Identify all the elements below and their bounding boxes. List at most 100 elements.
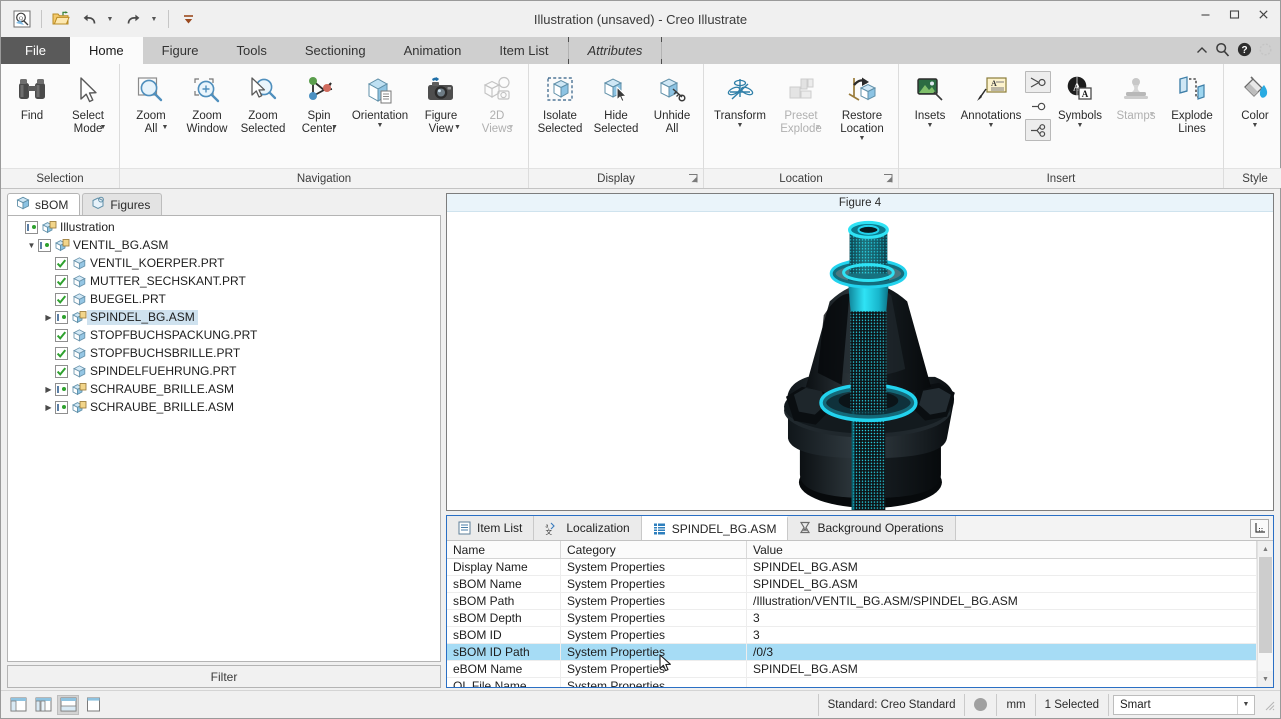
location-dialog-launcher-icon[interactable] <box>882 173 893 184</box>
orientation-button[interactable]: Orientation ▼ <box>347 68 413 130</box>
scroll-up-icon[interactable]: ▲ <box>1258 541 1273 557</box>
options-icon[interactable] <box>1259 43 1272 58</box>
sbom-tree[interactable]: ▶ Illustration ▼ <box>7 215 441 662</box>
visibility-checkbox[interactable] <box>55 346 68 360</box>
tree-row[interactable]: STOPFBUCHSPACKUNG.PRT <box>8 326 440 344</box>
figure-viewport[interactable]: Figure 4 <box>446 193 1274 511</box>
assembly-state-icon[interactable] <box>25 220 38 234</box>
layout-three-icon[interactable] <box>32 695 54 715</box>
tree-row[interactable]: ▼ VENTIL_BG.ASM <box>8 236 440 254</box>
tab-localization[interactable]: a 文 Localization <box>534 516 642 540</box>
column-header-category[interactable]: Category <box>561 541 747 558</box>
search-icon[interactable] <box>1215 42 1230 59</box>
assembly-state-icon[interactable] <box>55 400 68 414</box>
layout-bottom-icon[interactable] <box>57 694 79 715</box>
tree-expander-icon[interactable]: ▶ <box>42 385 55 394</box>
filter-bar[interactable]: Filter <box>7 665 441 688</box>
tree-row[interactable]: BUEGEL.PRT <box>8 290 440 308</box>
column-header-name[interactable]: Name <box>447 541 561 558</box>
zoom-all-button[interactable]: Zoom All ▼ <box>123 68 179 135</box>
zoom-window-button[interactable]: Zoom Window <box>179 68 235 137</box>
insets-dropdown-icon[interactable]: ▼ <box>927 122 934 129</box>
resize-grip[interactable] <box>1262 698 1276 712</box>
callout-branch-icon[interactable] <box>1025 119 1051 141</box>
display-dialog-launcher-icon[interactable] <box>687 173 698 184</box>
tab-figures[interactable]: Figures <box>82 193 163 215</box>
callout-circle-icon[interactable] <box>1025 95 1051 117</box>
tree-expander-icon[interactable]: ▶ <box>42 313 55 322</box>
zoom-all-dropdown-icon[interactable]: ▼ <box>162 124 169 131</box>
tree-row[interactable]: VENTIL_KOERPER.PRT <box>8 254 440 272</box>
chevron-down-icon[interactable]: ▼ <box>1237 695 1254 714</box>
visibility-checkbox[interactable] <box>55 256 68 270</box>
visibility-checkbox[interactable] <box>55 328 68 342</box>
transform-button[interactable]: Transform ▼ <box>707 68 773 130</box>
tab-item-list-dock[interactable]: Item List <box>447 516 535 540</box>
table-row[interactable]: eBOM Name System Properties SPINDEL_BG.A… <box>447 661 1257 678</box>
select-mode-dropdown-icon[interactable]: ▼ <box>100 124 107 131</box>
callout-line-icon[interactable] <box>1025 71 1051 93</box>
tab-home[interactable]: Home <box>69 37 143 64</box>
spin-center-dropdown-icon[interactable]: ▼ <box>331 124 338 131</box>
tree-row[interactable]: ▶ SCHRAUBE_BRILLE.ASM <box>8 380 440 398</box>
symbols-button[interactable]: A A Symbols ▼ <box>1052 68 1108 130</box>
tree-row[interactable]: ▶ Illustration <box>8 218 440 236</box>
3d-canvas[interactable] <box>447 212 1273 510</box>
collapse-ribbon-icon[interactable] <box>1196 44 1208 57</box>
tab-sectioning[interactable]: Sectioning <box>285 37 385 64</box>
minimize-button[interactable] <box>1191 1 1220 27</box>
explode-lines-button[interactable]: Explode Lines <box>1164 68 1220 137</box>
tab-background-operations[interactable]: Background Operations <box>788 516 956 540</box>
isolate-selected-button[interactable]: Isolate Selected <box>532 68 588 137</box>
figure-view-button[interactable]: Figure View ▼ <box>413 68 469 135</box>
table-row-selected[interactable]: sBOM ID Path System Properties /0/3 <box>447 644 1257 661</box>
redo-dropdown-icon[interactable]: ▼ <box>148 7 162 31</box>
annotations-button[interactable]: A Annotations ▼ <box>958 68 1024 130</box>
undo-dropdown-icon[interactable]: ▼ <box>104 7 118 31</box>
customize-qat-icon[interactable] <box>175 7 201 31</box>
hide-selected-button[interactable]: Hide Selected <box>588 68 644 137</box>
annotations-dropdown-icon[interactable]: ▼ <box>988 122 995 129</box>
tab-figure[interactable]: Figure <box>142 37 218 64</box>
layout-full-icon[interactable] <box>82 695 104 715</box>
color-button[interactable]: Color ▼ <box>1227 68 1281 130</box>
orientation-dropdown-icon[interactable]: ▼ <box>377 122 384 129</box>
select-mode-button[interactable]: Select Mode ▼ <box>60 68 116 135</box>
visibility-checkbox[interactable] <box>55 274 68 288</box>
column-header-value[interactable]: Value <box>747 541 1257 558</box>
layout-left-icon[interactable] <box>7 695 29 715</box>
expand-panel-icon[interactable] <box>1250 518 1269 538</box>
table-row[interactable]: sBOM Name System Properties SPINDEL_BG.A… <box>447 576 1257 593</box>
table-vertical-scrollbar[interactable]: ▲ ▼ <box>1257 541 1273 687</box>
status-indicator[interactable] <box>964 693 996 716</box>
redo-icon[interactable] <box>120 7 146 31</box>
undo-icon[interactable] <box>76 7 102 31</box>
restore-location-button[interactable]: Restore Location ▼ <box>829 68 895 143</box>
find-button[interactable]: Find <box>4 68 60 124</box>
visibility-checkbox[interactable] <box>55 364 68 378</box>
app-logo-icon[interactable]: Q <box>9 7 35 31</box>
tab-sbom[interactable]: sBOM <box>7 193 81 215</box>
table-row[interactable]: sBOM ID System Properties 3 <box>447 627 1257 644</box>
tab-animation[interactable]: Animation <box>384 37 481 64</box>
tab-item-list[interactable]: Item List <box>480 37 568 64</box>
tab-file[interactable]: File <box>1 37 70 64</box>
help-icon[interactable]: ? <box>1237 42 1252 59</box>
tree-row[interactable]: ▶ SPINDEL_BG.ASM <box>8 308 440 326</box>
tab-tools[interactable]: Tools <box>217 37 286 64</box>
zoom-selected-button[interactable]: Zoom Selected <box>235 68 291 137</box>
color-dropdown-icon[interactable]: ▼ <box>1252 122 1259 129</box>
scrollbar-track[interactable] <box>1258 557 1273 671</box>
unhide-all-button[interactable]: Unhide All <box>644 68 700 137</box>
assembly-state-icon[interactable] <box>38 238 51 252</box>
assembly-state-icon[interactable] <box>55 382 68 396</box>
transform-dropdown-icon[interactable]: ▼ <box>737 122 744 129</box>
tree-row[interactable]: MUTTER_SECHSKANT.PRT <box>8 272 440 290</box>
scrollbar-thumb[interactable] <box>1259 557 1272 653</box>
table-row[interactable]: Display Name System Properties SPINDEL_B… <box>447 559 1257 576</box>
table-row[interactable]: sBOM Path System Properties /Illustratio… <box>447 593 1257 610</box>
tab-attributes[interactable]: Attributes <box>568 37 662 64</box>
tab-spindel-properties[interactable]: SPINDEL_BG.ASM <box>641 516 789 540</box>
open-icon[interactable] <box>48 7 74 31</box>
visibility-checkbox[interactable] <box>55 292 68 306</box>
